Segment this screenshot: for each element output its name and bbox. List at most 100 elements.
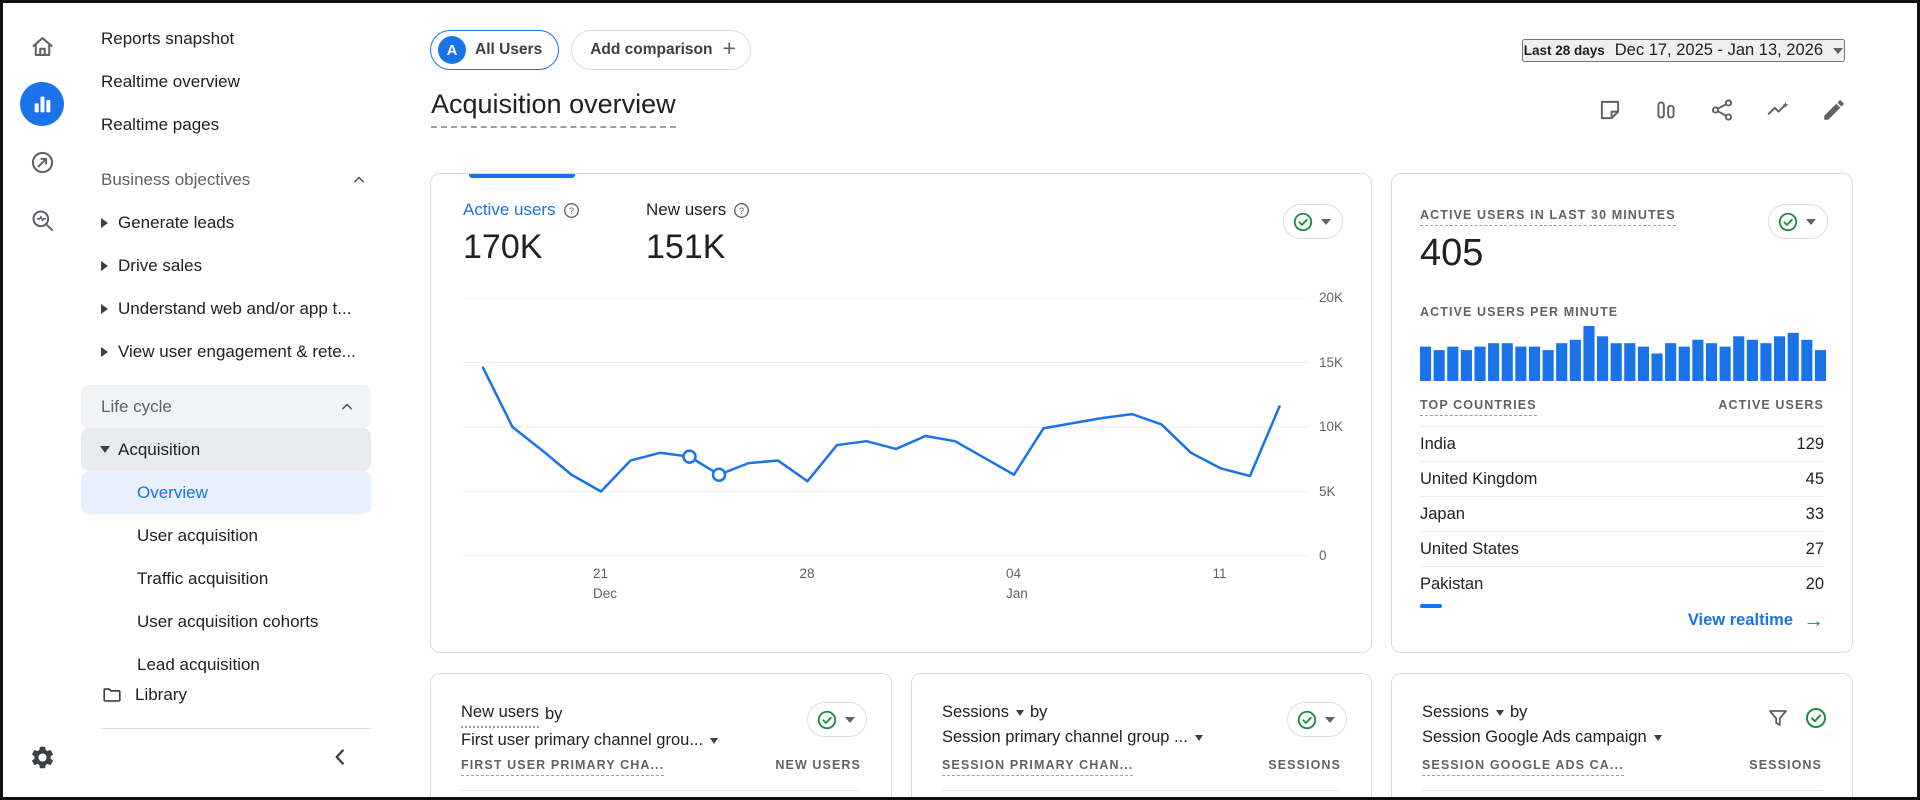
active-users-card: Active users ? 170K New users ? 151K 0 5… [430, 173, 1372, 653]
report-actions [1591, 91, 1853, 129]
metric-active-users[interactable]: Active users ? 170K [463, 200, 580, 267]
table-row: India 129 [1420, 426, 1824, 461]
view-realtime-link[interactable]: View realtime → [1688, 610, 1824, 631]
sidebar-item-realtime-pages[interactable]: Realtime pages [81, 103, 383, 146]
filter-funnel-icon[interactable] [1766, 706, 1790, 730]
add-note-icon[interactable] [1591, 91, 1629, 129]
main-content: A All Users Add comparison + Last 28 day… [383, 3, 1917, 797]
dimension-dropdown[interactable]: Session Google Ads campaign [1422, 725, 1662, 750]
check-circle-icon [817, 710, 837, 729]
comparison-icon[interactable] [1647, 91, 1685, 129]
help-icon[interactable]: ? [563, 202, 580, 219]
data-quality-dropdown[interactable] [1768, 204, 1828, 239]
section-life-cycle[interactable]: Life cycle [81, 385, 371, 428]
realtime-title: ACTIVE USERS IN LAST 30 MINUTES [1420, 208, 1676, 226]
data-quality-dropdown[interactable] [1283, 204, 1343, 239]
help-icon[interactable]: ? [733, 202, 750, 219]
caret-down-icon [1015, 709, 1024, 716]
sidebar-item-understand-web-app[interactable]: Understand web and/or app t... [81, 287, 383, 330]
dimension-dropdown[interactable]: First user primary channel grou... [461, 728, 719, 753]
sidebar-collapse-row [81, 729, 383, 785]
sidebar-item-overview[interactable]: Overview [81, 471, 371, 514]
sessions-by-channel-card: Sessions by Session primary channel grou… [911, 673, 1372, 797]
settings-gear-icon[interactable] [20, 735, 64, 779]
table-row: Japan 33 [1420, 496, 1824, 531]
caret-down-icon [1321, 218, 1331, 225]
page-title: Acquisition overview [431, 89, 676, 128]
date-range-picker[interactable]: Last 28 days Dec 17, 2025 - Jan 13, 2026 [1521, 39, 1845, 62]
check-circle-icon [1778, 212, 1798, 231]
reports-icon[interactable] [20, 82, 64, 126]
share-icon[interactable] [1703, 91, 1741, 129]
edit-icon[interactable] [1815, 91, 1853, 129]
nav-rail [3, 3, 81, 797]
chevron-up-icon [342, 403, 352, 409]
table-header: SESSION GOOGLE ADS CA... SESSIONS [1422, 758, 1822, 791]
realtime-card: ACTIVE USERS IN LAST 30 MINUTES 405 ACTI… [1391, 173, 1853, 653]
table-header: FIRST USER PRIMARY CHA... NEW USERS [461, 758, 861, 791]
sidebar-item-lead-acquisition[interactable]: Lead acquisition [81, 643, 371, 674]
check-circle-icon [1293, 212, 1313, 231]
expand-right-icon [91, 260, 118, 271]
segment-label: All Users [475, 41, 543, 58]
sidebar-item-traffic-acquisition[interactable]: Traffic acquisition [81, 557, 371, 600]
sidebar-item-drive-sales[interactable]: Drive sales [81, 244, 383, 287]
caret-down-icon [845, 716, 855, 723]
caret-down-icon [1833, 47, 1843, 54]
advertising-icon[interactable] [20, 140, 64, 184]
arrow-right-icon: → [1803, 609, 1824, 632]
active-users-header: ACTIVE USERS [1718, 398, 1824, 412]
sidebar-item-library[interactable]: Library [81, 673, 383, 716]
svg-text:?: ? [568, 205, 573, 215]
sidebar-scroll-area: Reports snapshot Realtime overview Realt… [81, 17, 383, 673]
card-title: New users by First user primary channel … [461, 700, 719, 753]
collapse-down-icon [91, 446, 118, 453]
check-circle-icon[interactable] [1804, 706, 1828, 730]
active-users-line-chart: 0 5K 10K 15K 20K 21 Dec 28 04 Jan 11 [463, 290, 1363, 628]
insights-icon[interactable] [1759, 91, 1797, 129]
all-users-chip[interactable]: A All Users [430, 30, 560, 70]
realtime-value: 405 [1420, 232, 1484, 274]
table-header: SESSION PRIMARY CHAN... SESSIONS [942, 758, 1341, 791]
data-quality-dropdown[interactable] [1287, 702, 1347, 737]
svg-text:?: ? [739, 205, 744, 215]
reports-sidebar: Reports snapshot Realtime overview Realt… [81, 3, 383, 797]
top-countries-header: TOP COUNTRIES [1420, 398, 1537, 416]
segment-avatar: A [438, 36, 466, 64]
section-business-objectives[interactable]: Business objectives [81, 158, 383, 201]
data-quality-dropdown[interactable] [807, 702, 867, 737]
top-countries-table: India 129 United Kingdom 45 Japan 33 United… [1420, 426, 1824, 601]
sidebar-item-reports-snapshot[interactable]: Reports snapshot [81, 17, 383, 60]
sidebar-item-realtime-overview[interactable]: Realtime overview [81, 60, 383, 103]
sidebar-item-generate-leads[interactable]: Generate leads [81, 201, 383, 244]
check-circle-icon [1297, 710, 1317, 729]
expand-right-icon [91, 346, 118, 357]
line-chart-xlabels: 21 Dec 28 04 Jan 11 [593, 566, 1227, 602]
sidebar-item-acquisition[interactable]: Acquisition [81, 428, 371, 471]
plus-icon: + [722, 35, 736, 61]
caret-down-icon [1495, 709, 1504, 716]
sessions-by-campaign-card: Sessions by Session Google Ads campaign … [1391, 673, 1853, 797]
dimension-dropdown[interactable]: Session primary channel group ... [942, 725, 1203, 750]
add-comparison-button[interactable]: Add comparison + [571, 30, 751, 70]
card-title: Sessions by Session primary channel grou… [942, 700, 1203, 750]
per-minute-label: ACTIVE USERS PER MINUTE [1420, 305, 1619, 319]
expand-right-icon [91, 217, 118, 228]
home-icon[interactable] [20, 24, 64, 68]
explore-icon[interactable] [20, 198, 64, 242]
realtime-table-header: TOP COUNTRIES ACTIVE USERS [1420, 398, 1824, 416]
table-row: United States 27 [1420, 531, 1824, 566]
card-controls [1766, 706, 1828, 730]
sidebar-item-user-acquisition[interactable]: User acquisition [81, 514, 371, 557]
table-row: United Kingdom 45 [1420, 461, 1824, 496]
table-row: Pakistan 20 [1420, 566, 1824, 601]
collapse-sidebar-icon[interactable] [327, 744, 353, 770]
metric-dropdown[interactable]: Sessions [1422, 700, 1504, 725]
sidebar-item-view-engagement[interactable]: View user engagement & rete... [81, 330, 383, 373]
caret-down-icon [1806, 218, 1816, 225]
country-share-bar [1420, 604, 1442, 608]
sidebar-item-user-acquisition-cohorts[interactable]: User acquisition cohorts [81, 600, 371, 643]
metric-dropdown[interactable]: Sessions [942, 700, 1024, 725]
app-window: Reports snapshot Realtime overview Realt… [0, 0, 1920, 800]
metric-new-users[interactable]: New users ? 151K [646, 200, 750, 267]
